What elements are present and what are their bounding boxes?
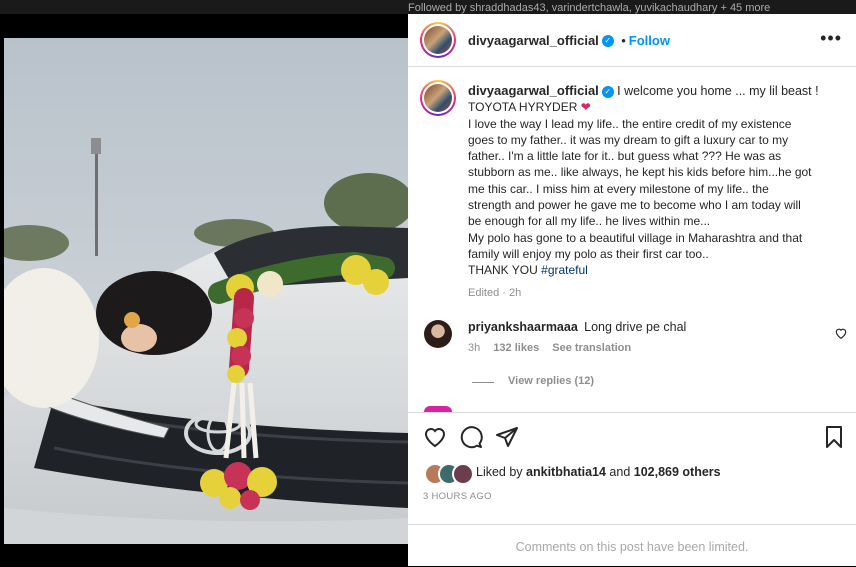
more-options-icon[interactable]: ••• xyxy=(820,28,842,49)
post-image-illustration xyxy=(4,38,408,544)
comments-limited-bar: Comments on this post have been limited. xyxy=(408,524,856,567)
caption-line: TOYOTA HYRYDER ❤ xyxy=(468,99,838,115)
comment-meta: 3h 132 likes See translation xyxy=(468,342,686,354)
verified-badge-icon: ✓ xyxy=(601,34,614,47)
comment-body: priyankshaarmaaa Long drive pe chal 3h 1… xyxy=(468,320,686,354)
comment-time: 3h xyxy=(468,342,481,354)
save-bookmark-icon[interactable] xyxy=(822,425,846,449)
follow-button[interactable]: Follow xyxy=(629,33,670,48)
comment-likes[interactable]: 132 likes xyxy=(493,342,539,354)
caption-meta: Edited · 2h xyxy=(468,286,522,299)
caption-line: family will enjoy my polo as their first… xyxy=(468,246,709,261)
comment-bubble-icon[interactable] xyxy=(459,425,483,449)
caption-line: I welcome you home ... my lil beast ! xyxy=(617,84,819,98)
edited-time: 2h xyxy=(508,286,522,299)
comment-text: Long drive pe chal xyxy=(584,320,687,334)
caption-line-text: THANK YOU xyxy=(468,263,538,278)
caption-line: My polo has gone to a beautiful village … xyxy=(468,230,803,245)
comment-like-heart-icon[interactable] xyxy=(834,326,848,340)
red-heart-icon: ❤ xyxy=(580,100,591,115)
commenter-avatar[interactable] xyxy=(424,320,452,348)
see-translation-link[interactable]: See translation xyxy=(552,342,631,354)
followed-by-text: Followed by shraddhadas43, varindertchaw… xyxy=(408,2,771,14)
likes-prefix: Liked by xyxy=(476,465,523,479)
caption-author-avatar[interactable] xyxy=(420,80,456,116)
edited-label: Edited xyxy=(468,286,500,299)
caption-line: THANK YOU #grateful xyxy=(468,262,838,278)
like-heart-icon[interactable] xyxy=(423,425,447,449)
caption-line: stubborn as me.. like always, he kept hi… xyxy=(468,165,812,180)
post-time-ago: 3 HOURS AGO xyxy=(423,491,492,502)
caption-line: strength and power he gave me to become … xyxy=(468,198,801,213)
caption-line-text: TOYOTA HYRYDER xyxy=(468,100,578,115)
caption-line: be enough for all my life.. he lives wit… xyxy=(468,214,711,229)
caption-line: me this car.. I miss him at every milest… xyxy=(468,181,769,196)
liked-by-user[interactable]: ankitbhatia14 xyxy=(526,465,606,479)
commenter-name[interactable]: priyankshaarmaaa xyxy=(468,320,578,334)
caption-first-line: divyaagarwal_official ✓ I welcome you hom… xyxy=(468,83,838,99)
caption-line: goes to my father.. it was my dream to g… xyxy=(468,132,789,147)
liker-avatar xyxy=(452,463,474,485)
comments-limited-text: Comments on this post have been limited. xyxy=(515,540,749,554)
caption-author-name[interactable]: divyaagarwal_official xyxy=(468,83,599,98)
followed-by-strip: Followed by shraddhadas43, varindertchaw… xyxy=(0,0,856,14)
author-avatar[interactable] xyxy=(420,22,456,58)
header-dot-separator: • xyxy=(621,33,626,48)
header-author-name[interactable]: divyaagarwal_official xyxy=(468,33,599,48)
hashtag-link[interactable]: #grateful xyxy=(541,263,588,277)
caption-line: I love the way I lead my life.. the enti… xyxy=(468,116,792,131)
share-paper-plane-icon[interactable] xyxy=(495,425,519,449)
verified-badge-icon: ✓ xyxy=(601,85,614,98)
caption-line: father.. I'm a little late for it.. but … xyxy=(468,149,782,164)
likes-summary: Liked by ankitbhatia14 and 102,869 other… xyxy=(476,465,721,479)
likes-others-link[interactable]: 102,869 others xyxy=(634,465,721,479)
post-image[interactable] xyxy=(4,38,408,544)
post-caption: divyaagarwal_official ✓ I welcome you hom… xyxy=(468,83,838,301)
view-replies-link[interactable]: View replies (12) xyxy=(508,375,594,387)
likes-middle: and xyxy=(609,465,631,479)
replies-divider xyxy=(472,382,494,383)
post-side-panel: divyaagarwal_official ✓ • Follow ••• divya… xyxy=(408,14,856,566)
header-author-line: divyaagarwal_official ✓ • Follow xyxy=(468,32,670,50)
post-header: divyaagarwal_official ✓ • Follow ••• xyxy=(408,14,856,67)
